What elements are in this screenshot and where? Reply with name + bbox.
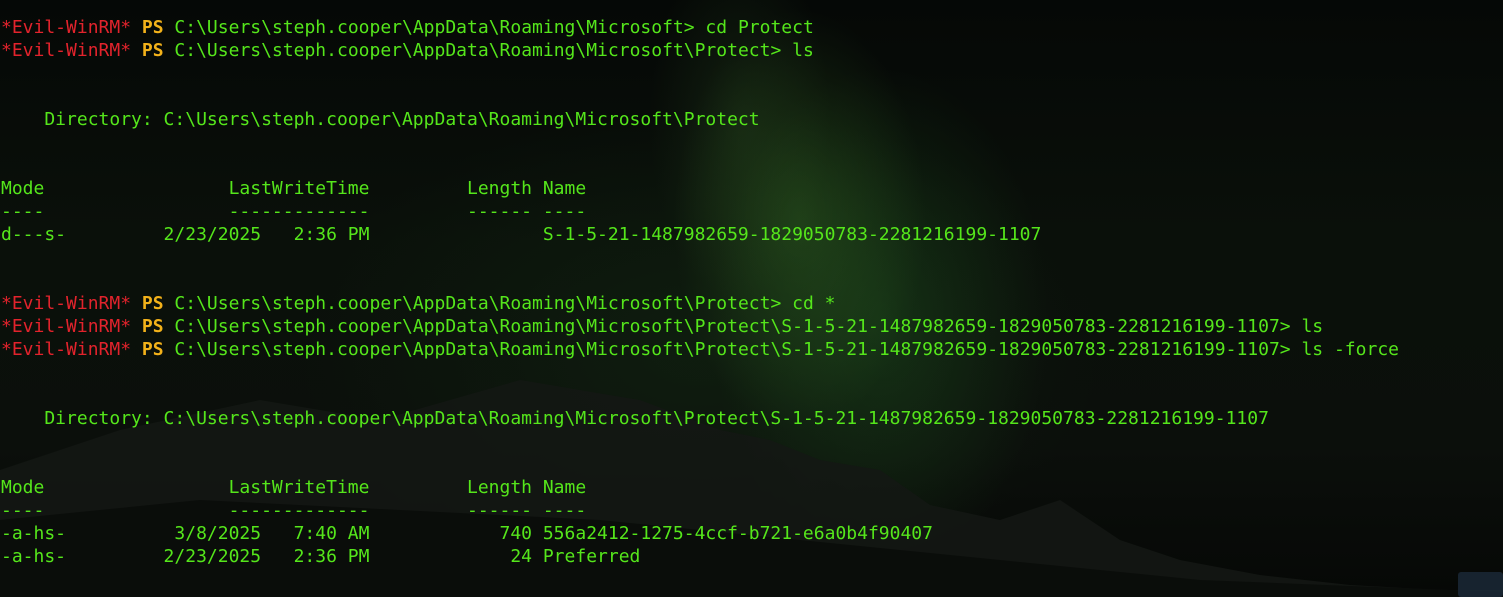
prompt-prefix: *Evil-WinRM* xyxy=(1,316,132,337)
prompt-line: *Evil-WinRM* PS C:\Users\steph.cooper\Ap… xyxy=(1,16,814,39)
command-text: C:\Users\steph.cooper\AppData\Roaming\Mi… xyxy=(174,316,1324,337)
command-text: C:\Users\steph.cooper\AppData\Roaming\Mi… xyxy=(174,339,1399,360)
listing-row: d---s- 2/23/2025 2:36 PM S-1-5-21-148798… xyxy=(1,224,1042,245)
terminal-window[interactable]: *Evil-WinRM* PS C:\Users\steph.cooper\Ap… xyxy=(0,0,1503,597)
ps-label: PS xyxy=(141,293,164,314)
prompt-prefix: *Evil-WinRM* xyxy=(1,40,132,61)
listing-header: Mode LastWriteTime Length Name xyxy=(1,477,587,498)
ps-label: PS xyxy=(141,339,164,360)
ps-label: PS xyxy=(141,40,164,61)
prompt-prefix: *Evil-WinRM* xyxy=(1,293,132,314)
prompt-line: *Evil-WinRM* PS C:\Users\steph.cooper\Ap… xyxy=(1,292,835,315)
directory-heading: Directory: C:\Users\steph.cooper\AppData… xyxy=(1,109,760,130)
prompt-prefix: *Evil-WinRM* xyxy=(1,339,132,360)
prompt-line: *Evil-WinRM* PS C:\Users\steph.cooper\Ap… xyxy=(1,315,1323,338)
prompt-line: *Evil-WinRM* PS C:\Users\steph.cooper\Ap… xyxy=(1,338,1399,361)
command-text: C:\Users\steph.cooper\AppData\Roaming\Mi… xyxy=(174,17,814,38)
listing-header: Mode LastWriteTime Length Name xyxy=(1,178,587,199)
command-text: C:\Users\steph.cooper\AppData\Roaming\Mi… xyxy=(174,293,836,314)
ps-label: PS xyxy=(141,316,164,337)
command-text: C:\Users\steph.cooper\AppData\Roaming\Mi… xyxy=(174,40,814,61)
ps-label: PS xyxy=(141,17,164,38)
listing-separator: ---- ------------- ------ ---- xyxy=(1,201,587,222)
listing-row: -a-hs- 3/8/2025 7:40 AM 740 556a2412-127… xyxy=(1,523,933,544)
directory-heading: Directory: C:\Users\steph.cooper\AppData… xyxy=(1,408,1269,429)
listing-separator: ---- ------------- ------ ---- xyxy=(1,500,587,521)
listing-row: -a-hs- 2/23/2025 2:36 PM 24 Preferred xyxy=(1,546,641,567)
dock-icon xyxy=(1458,572,1503,597)
prompt-line: *Evil-WinRM* PS C:\Users\steph.cooper\Ap… xyxy=(1,39,814,62)
prompt-prefix: *Evil-WinRM* xyxy=(1,17,132,38)
